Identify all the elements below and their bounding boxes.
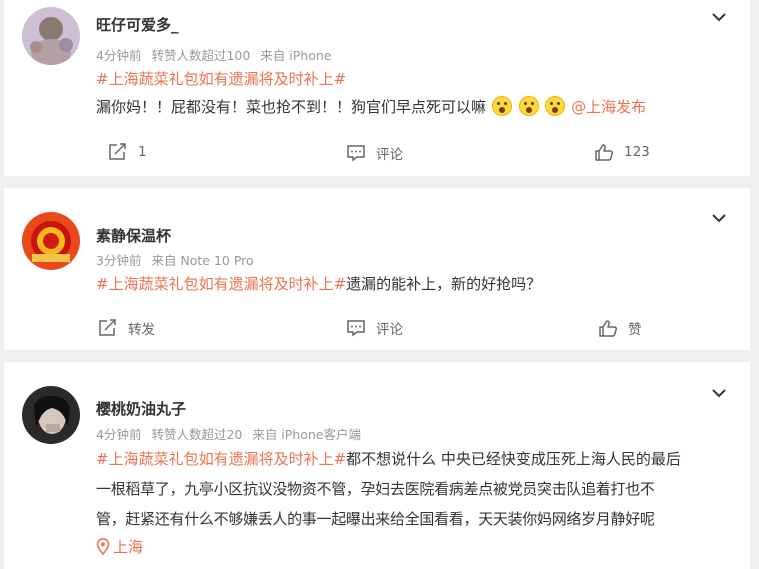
weibo-comment-feed: 旺仔可爱多_ 4分钟前 转赞人数超过100 来自 iPhone #上海蔬菜礼包如… [0,0,759,569]
hashtag-link[interactable]: #上海蔬菜礼包如有遗漏将及时补上# [96,275,346,293]
timestamp: 4分钟前 [96,48,142,63]
like-label: 赞 [628,322,642,338]
source-label: 来自 iPhone客户端 [252,427,361,442]
post-meta: 4分钟前 转赞人数超过100 来自 iPhone [96,45,331,64]
username[interactable]: 素静保温杯 [96,225,171,246]
repost-count-note: 转赞人数超过100 [151,48,251,63]
chevron-down-icon[interactable] [711,209,727,223]
repost-label: 转发 [128,322,155,338]
repost-button[interactable]: 1 [108,143,147,161]
post-meta: 4分钟前 转赞人数超过20 来自 iPhone客户端 [96,424,361,443]
post-text-line: 一根稻草了，九亭小区抗议没物资不管，孕妇去医院看病差点被党员突击队追着打也不 [96,480,655,498]
post-body-text: 遗漏的能补上，新的好抢吗？ [346,275,542,293]
post-text: #上海蔬菜礼包如有遗漏将及时补上#都不想说什么 中央已经快变成压死上海人民的最后 [96,445,736,473]
chevron-down-icon[interactable] [711,384,727,398]
comment-label: 评论 [376,322,403,338]
post-body-text: 都不想说什么 中央已经快变成压死上海人民的最后 [346,450,681,468]
post-text: #上海蔬菜礼包如有遗漏将及时补上# [96,65,736,93]
avatar[interactable] [22,386,80,444]
post-meta: 3分钟前 来自 Note 10 Pro [96,250,254,269]
comment-icon [347,145,365,162]
location-link[interactable]: 上海 [96,536,143,557]
source-label: 来自 iPhone [260,48,332,63]
comment-icon [347,320,365,337]
avatar[interactable] [22,7,80,65]
repost-icon [109,143,126,160]
like-button[interactable]: 赞 [598,318,642,338]
post-text-line: 管，赶紧还有什么不够嫌丢人的事一起曝出来给全国看看，天天装你妈网络岁月静好呢 [96,510,655,528]
source-label: 来自 Note 10 Pro [151,253,254,268]
username[interactable]: 旺仔可爱多_ [96,14,179,35]
timestamp: 4分钟前 [96,427,142,442]
thumbs-up-icon [599,320,618,337]
comment-button[interactable]: 评论 [346,318,403,338]
hashtag-link[interactable]: #上海蔬菜礼包如有遗漏将及时补上# [96,70,346,88]
comment-label: 评论 [376,147,403,163]
like-count: 123 [624,144,650,160]
avatar[interactable] [22,212,80,270]
post-body: 漏你妈！！屁都没有！菜也抢不到！！狗官们早点死可以嘛 @上海发布 [96,93,736,121]
chevron-down-icon[interactable] [711,8,727,22]
thumbs-up-icon [595,144,614,161]
mention-link[interactable]: @上海发布 [571,98,646,116]
timestamp: 3分钟前 [96,253,142,268]
scared-face-emoji [545,96,566,116]
location-pin-icon [96,538,110,555]
comment-button[interactable]: 评论 [346,143,403,163]
repost-button[interactable]: 转发 [98,318,155,338]
post-text: #上海蔬菜礼包如有遗漏将及时补上#遗漏的能补上，新的好抢吗？ [96,270,736,298]
post-body-text: 漏你妈！！屁都没有！菜也抢不到！！狗官们早点死可以嘛 [96,98,487,116]
repost-icon [99,319,116,336]
hashtag-link[interactable]: #上海蔬菜礼包如有遗漏将及时补上# [96,450,346,468]
location-label: 上海 [113,538,144,556]
scared-face-emoji [491,96,512,116]
like-button[interactable]: 123 [594,143,650,161]
username[interactable]: 樱桃奶油丸子 [96,398,186,419]
repost-count: 1 [138,144,147,160]
repost-count-note: 转赞人数超过20 [151,427,243,442]
scared-face-emoji [518,96,539,116]
